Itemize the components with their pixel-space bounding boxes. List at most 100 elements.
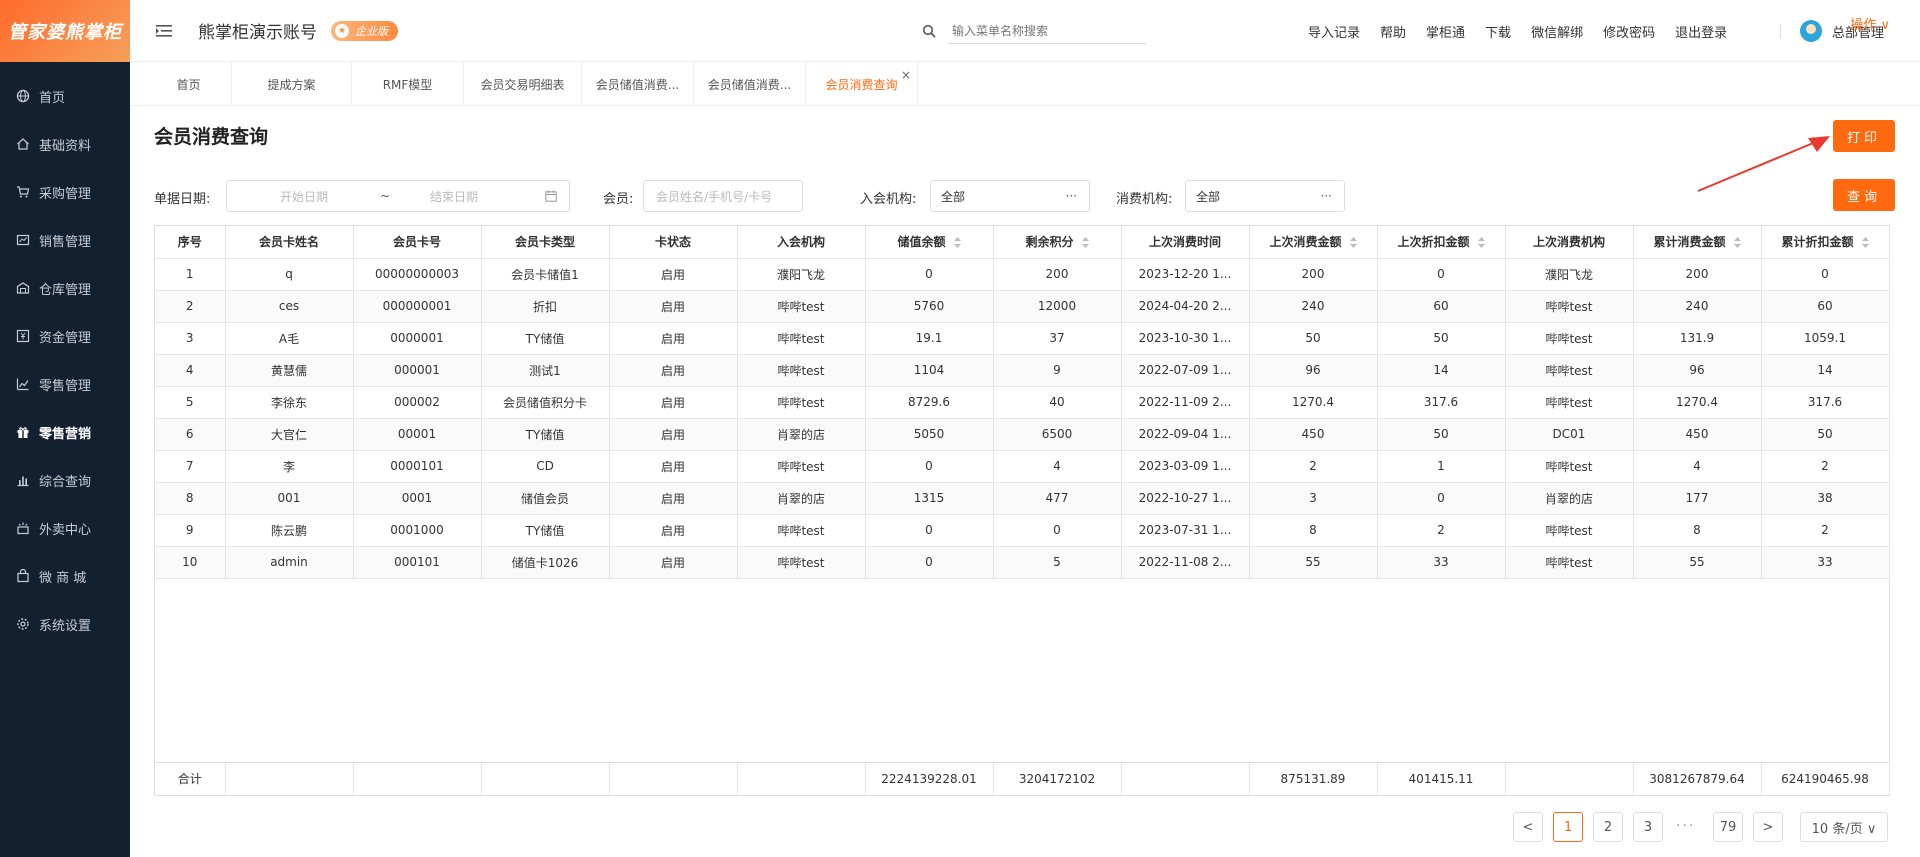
prev-page-button[interactable]: <	[1513, 812, 1543, 842]
table-cell: 2	[1761, 450, 1890, 483]
table-cell: 4	[155, 354, 226, 387]
table-cell: 启用	[609, 290, 738, 323]
join-org-select[interactable]: 全部 ···	[930, 180, 1090, 212]
sidebar-item-home[interactable]: 基础资料	[0, 120, 130, 168]
start-date-placeholder[interactable]: 开始日期	[280, 188, 328, 205]
header-link[interactable]: 帮助	[1380, 22, 1406, 41]
column-header[interactable]: 累计消费金额	[1633, 226, 1762, 259]
column-header[interactable]: 剩余积分	[993, 226, 1122, 259]
header-link[interactable]: 掌柜通	[1426, 22, 1465, 41]
tab-operations-menu[interactable]: 操作 ∨	[1850, 14, 1890, 33]
table-cell: 000001	[353, 354, 482, 387]
table-row[interactable]: 4 黄慧儒 000001 测试1 启用 哔哔test 1104 9 2022-07-09 1..…	[155, 354, 1890, 387]
header-link[interactable]: 微信解绑	[1531, 22, 1583, 41]
sort-icon[interactable]	[1349, 237, 1357, 249]
sidebar-item-cart[interactable]: 采购管理	[0, 168, 130, 216]
totals-cell	[1505, 762, 1634, 795]
page-2-button[interactable]: 2	[1593, 812, 1623, 842]
tab[interactable]: 会员消费查询 ×	[806, 62, 918, 106]
table-cell: 2	[1249, 450, 1378, 483]
tab[interactable]: RMF模型	[352, 62, 464, 106]
search-icon[interactable]	[922, 24, 936, 38]
date-range-picker[interactable]: 开始日期 ~ 结束日期	[226, 180, 570, 212]
sort-icon[interactable]	[1733, 237, 1741, 249]
table-cell: 2023-03-09 1...	[1121, 450, 1250, 483]
table-cell: 5760	[865, 290, 994, 323]
end-date-placeholder[interactable]: 结束日期	[430, 188, 478, 205]
next-page-button[interactable]: >	[1753, 812, 1783, 842]
header-link[interactable]: 导入记录	[1308, 22, 1360, 41]
sort-icon[interactable]	[1477, 237, 1485, 249]
sidebar-item-gift[interactable]: 零售营销	[0, 408, 130, 456]
consume-org-select[interactable]: 全部 ···	[1185, 180, 1345, 212]
table-row[interactable]: 5 李徐东 000002 会员储值积分卡 启用 哔哔test 8729.6 40 2022-11…	[155, 386, 1890, 419]
table-cell: 陈云鹏	[225, 514, 354, 547]
header-link[interactable]: 退出登录	[1675, 22, 1727, 41]
sidebar-item-label: 仓库管理	[39, 282, 92, 298]
menu-search	[922, 18, 1146, 44]
sidebar-item-sales[interactable]: 销售管理	[0, 216, 130, 264]
sort-icon[interactable]	[1861, 237, 1869, 249]
table-cell: 1270.4	[1249, 386, 1378, 419]
page-size-select[interactable]: 10 条/页 ∨	[1800, 812, 1888, 842]
sidebar-item-warehouse[interactable]: 仓库管理	[0, 264, 130, 312]
menu-toggle-icon[interactable]	[156, 24, 172, 38]
table-cell: 哔哔test	[1505, 546, 1634, 579]
print-button[interactable]: 打印	[1833, 120, 1895, 152]
table-cell: 00000000003	[353, 258, 482, 291]
tab[interactable]: 会员储值消费...	[694, 62, 806, 106]
tab-label: 会员交易明细表	[480, 77, 565, 92]
consume-org-filter-label: 消费机构:	[1116, 192, 1173, 207]
totals-cell: 2224139228.01	[865, 762, 994, 795]
sidebar-item-money[interactable]: 资金管理	[0, 312, 130, 360]
column-header[interactable]: 上次折扣金额	[1377, 226, 1506, 259]
sidebar-item-chart[interactable]: 零售管理	[0, 360, 130, 408]
table-cell: 黄慧儒	[225, 354, 354, 387]
table-cell: TY储值	[481, 322, 610, 355]
table-row[interactable]: 8 001 0001 储值会员 启用 肖翠的店 1315 477 2022-10-27 1...…	[155, 482, 1890, 515]
column-header[interactable]: 储值余额	[865, 226, 994, 259]
table-row[interactable]: 2 ces 000000001 折扣 启用 哔哔test 5760 12000 2024-04-…	[155, 290, 1890, 323]
sidebar-item-label: 销售管理	[39, 234, 92, 250]
sidebar-item-gear[interactable]: 系统设置	[0, 600, 130, 648]
header-link[interactable]: 修改密码	[1603, 22, 1655, 41]
close-icon[interactable]: ×	[901, 68, 911, 82]
table-row[interactable]: 3 A毛 0000001 TY储值 启用 哔哔test 19.1 37 2023-10-30 1…	[155, 322, 1890, 355]
more-options-icon[interactable]: ···	[1066, 189, 1077, 203]
tab[interactable]: 首页	[146, 62, 232, 106]
sidebar-item-bag[interactable]: 微 商 城	[0, 552, 130, 600]
menu-search-input[interactable]	[948, 18, 1146, 44]
table-row[interactable]: 9 陈云鹏 0001000 TY储值 启用 哔哔test 0 0 2023-07-31 1...…	[155, 514, 1890, 547]
avatar[interactable]	[1800, 20, 1822, 42]
member-search-input[interactable]: 会员姓名/手机号/卡号	[643, 180, 803, 212]
table-totals-row: 合计 2224139228.01 3204172102 875131.89 401415…	[155, 762, 1890, 795]
column-header[interactable]: 累计折扣金额	[1761, 226, 1890, 259]
sidebar-item-delivery[interactable]: 外卖中心	[0, 504, 130, 552]
table-row[interactable]: 7 李 0000101 CD 启用 哔哔test 0 4 2023-03-09 1... 2 1 哔哔…	[155, 450, 1890, 483]
table-cell: 濮阳飞龙	[737, 258, 866, 291]
column-header[interactable]: 上次消费金额	[1249, 226, 1378, 259]
table-cell: 50	[1761, 418, 1890, 451]
page-1-button[interactable]: 1	[1553, 812, 1583, 842]
page-3-button[interactable]: 3	[1633, 812, 1663, 842]
table-row[interactable]: 10 admin 000101 储值卡1026 启用 哔哔test 0 5 2022-11-08…	[155, 546, 1890, 579]
tab[interactable]: 会员交易明细表	[464, 62, 582, 106]
pagination-ellipsis[interactable]: ···	[1676, 818, 1695, 834]
brand-logo[interactable]: 管家婆熊掌柜	[0, 0, 130, 62]
last-page-button[interactable]: 79	[1713, 812, 1743, 842]
tab[interactable]: 会员储值消费...	[582, 62, 694, 106]
table-cell: 0	[1377, 258, 1506, 291]
sidebar-item-bar-chart[interactable]: 综合查询	[0, 456, 130, 504]
query-button[interactable]: 查询	[1833, 179, 1895, 211]
table-cell: 14	[1761, 354, 1890, 387]
sidebar-item-globe[interactable]: 首页	[0, 72, 130, 120]
more-options-icon[interactable]: ···	[1321, 189, 1332, 203]
tab[interactable]: 提成方案	[232, 62, 352, 106]
sort-icon[interactable]	[1081, 237, 1089, 249]
calendar-icon[interactable]	[545, 190, 557, 202]
table-row[interactable]: 6 大官仁 00001 TY储值 启用 肖翠的店 5050 6500 2022-09-04 1.…	[155, 418, 1890, 451]
table-row[interactable]: 1 q 00000000003 会员卡储值1 启用 濮阳飞龙 0 200 2023-12-20 …	[155, 258, 1890, 291]
bag-icon	[16, 569, 30, 583]
header-link[interactable]: 下载	[1485, 22, 1511, 41]
sort-icon[interactable]	[953, 237, 961, 249]
